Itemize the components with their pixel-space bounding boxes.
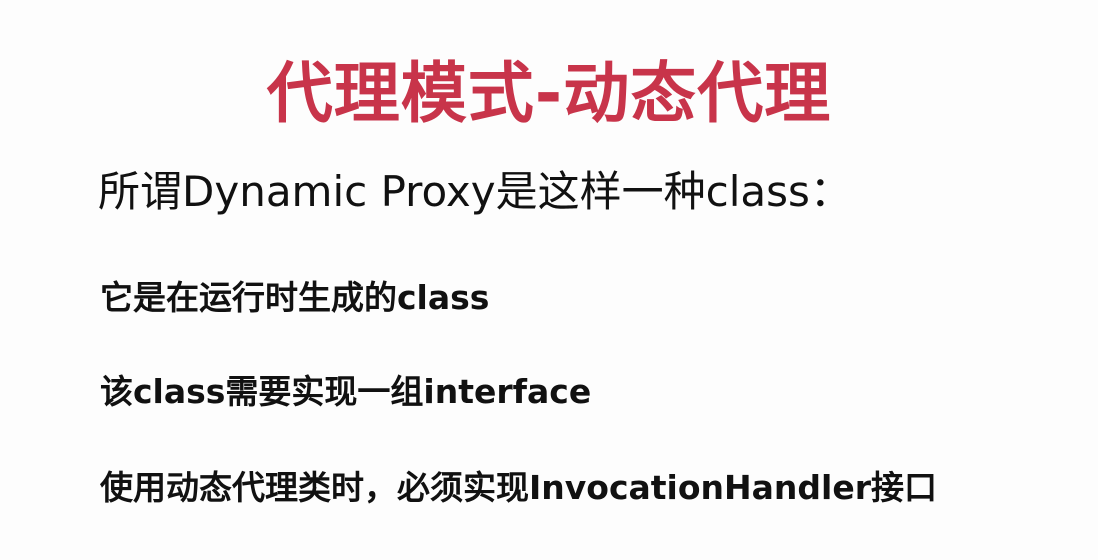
bullet-item: 使用动态代理类时，必须实现InvocationHandler接口	[100, 468, 938, 507]
slide-title: 代理模式-动态代理	[266, 55, 832, 132]
slide: 代理模式-动态代理 所谓Dynamic Proxy是这样一种class： 它是在…	[0, 0, 1098, 560]
slide-subtitle: 所谓Dynamic Proxy是这样一种class：	[98, 167, 852, 216]
bullet-item: 该class需要实现一组interface	[100, 372, 592, 411]
bullet-item: 它是在运行时生成的class	[100, 278, 490, 317]
